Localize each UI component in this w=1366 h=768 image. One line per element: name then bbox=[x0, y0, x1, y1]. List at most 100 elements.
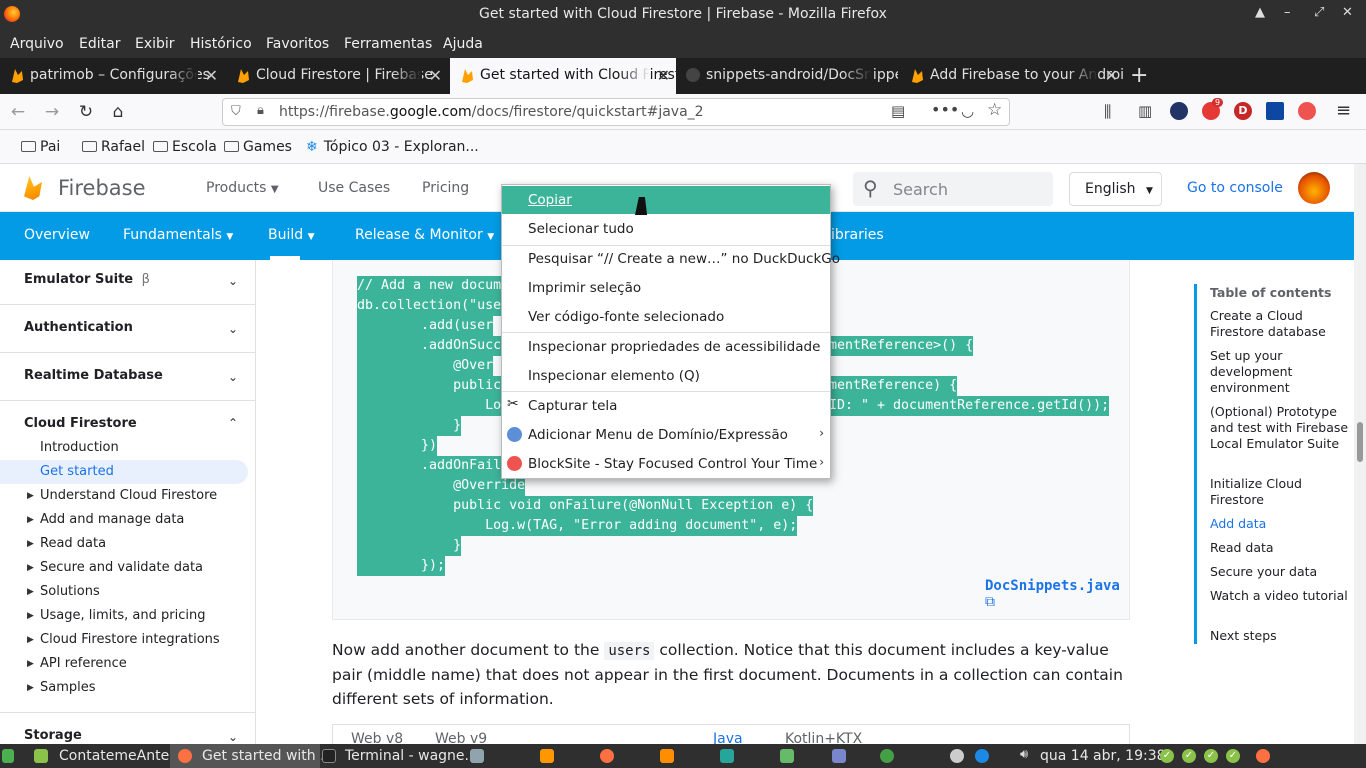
chevron-down-icon[interactable]: ⌄ bbox=[228, 322, 238, 336]
tab-snippets-android[interactable]: snippets-android/DocSnippets bbox=[676, 58, 898, 94]
check-tray-icon[interactable]: ✓ bbox=[1182, 749, 1196, 763]
info-tray-icon[interactable] bbox=[975, 749, 989, 763]
toc-item[interactable]: Initialize Cloud Firestore bbox=[1210, 476, 1350, 508]
nav-item-add-manage[interactable]: Add and manage data bbox=[40, 512, 184, 527]
menu-item-ver-codigo[interactable]: Ver código-fonte selecionado bbox=[502, 303, 830, 331]
expand-triangle-icon[interactable]: ▶ bbox=[27, 683, 34, 693]
back-arrow-icon[interactable]: ← bbox=[6, 100, 30, 124]
new-tab-button[interactable]: + bbox=[1130, 63, 1148, 88]
chevron-up-icon[interactable]: ⌃ bbox=[228, 416, 238, 430]
nav-item-introduction[interactable]: Introduction bbox=[40, 440, 119, 455]
section-cloud-firestore[interactable]: Cloud Firestore bbox=[24, 416, 137, 431]
window-maximize-button[interactable]: ⤢ bbox=[1314, 5, 1324, 20]
menu-item-inspecionar-acessibilidade[interactable]: Inspecionar propriedades de acessibilida… bbox=[502, 333, 830, 361]
menu-item-selecionar-tudo[interactable]: Selecionar tudo bbox=[502, 215, 830, 243]
page-scrollbar[interactable] bbox=[1354, 164, 1366, 744]
url-text[interactable]: https://firebase.google.com/docs/firesto… bbox=[279, 104, 704, 120]
toc-item[interactable]: Read data bbox=[1210, 540, 1350, 556]
docsnippets-link[interactable]: DocSnippets.java ⧉ bbox=[985, 578, 1129, 610]
menu-item-copiar[interactable]: Copiar bbox=[502, 186, 830, 214]
menu-ferramentas[interactable]: Ferramentas bbox=[344, 36, 432, 52]
tab-build[interactable]: Build ▼ bbox=[268, 227, 315, 243]
page-actions-icon[interactable]: ••• bbox=[931, 100, 959, 119]
code-tab-web-v9[interactable]: Web v9 bbox=[435, 731, 487, 744]
nav-item-get-started[interactable]: Get started bbox=[40, 464, 114, 479]
close-tab-icon[interactable]: ✕ bbox=[205, 66, 218, 85]
nav-item-read-data[interactable]: Read data bbox=[40, 536, 106, 551]
extension-chart-icon[interactable] bbox=[1266, 102, 1284, 120]
nav-item-secure[interactable]: Secure and validate data bbox=[40, 560, 203, 575]
tab-get-started[interactable]: Get started with Cloud Firestore ✕ bbox=[450, 58, 676, 94]
menu-item-adicionar-menu[interactable]: Adicionar Menu de Domínio/Expressão › bbox=[502, 421, 830, 449]
section-storage[interactable]: Storage bbox=[24, 728, 82, 743]
nav-item-solutions[interactable]: Solutions bbox=[40, 584, 100, 599]
search-box[interactable]: ⚲ Search bbox=[853, 172, 1053, 206]
bookmark-folder-pai[interactable]: Pai bbox=[21, 139, 60, 155]
lock-icon[interactable]: 🔒︎ bbox=[257, 103, 264, 118]
nav-item-integrations[interactable]: Cloud Firestore integrations bbox=[40, 632, 220, 647]
firebase-logo-icon[interactable] bbox=[24, 176, 42, 200]
shield-tray-icon[interactable] bbox=[950, 749, 964, 763]
menu-item-pesquisar[interactable]: Pesquisar “// Create a new…” no DuckDuck… bbox=[502, 245, 840, 273]
reader-view-icon[interactable]: ▤ bbox=[891, 102, 905, 120]
nav-item-usage[interactable]: Usage, limits, and pricing bbox=[40, 608, 205, 623]
extension-d-icon[interactable]: D bbox=[1234, 102, 1252, 120]
close-tab-icon[interactable]: ✕ bbox=[429, 66, 442, 85]
expand-triangle-icon[interactable]: ▶ bbox=[27, 491, 34, 501]
expand-triangle-icon[interactable]: ▶ bbox=[27, 659, 34, 669]
expand-triangle-icon[interactable]: ▶ bbox=[27, 587, 34, 597]
files-icon[interactable] bbox=[470, 749, 484, 763]
menu-item-capturar-tela[interactable]: ✂ Capturar tela bbox=[502, 392, 830, 420]
clock[interactable]: qua 14 abr, 19:38 bbox=[1040, 748, 1166, 764]
url-bar[interactable]: ⛉ 🔒︎ https://firebase.google.com/docs/fi… bbox=[222, 98, 1010, 126]
menu-exibir[interactable]: Exibir bbox=[135, 36, 175, 52]
expand-triangle-icon[interactable]: ▶ bbox=[27, 563, 34, 573]
menu-editar[interactable]: Editar bbox=[79, 36, 120, 52]
app-launcher-icon[interactable] bbox=[780, 749, 794, 763]
tab-overview[interactable]: Overview bbox=[24, 227, 90, 243]
hamburger-menu-icon[interactable]: ≡ bbox=[1336, 100, 1351, 121]
toc-item[interactable]: Watch a video tutorial bbox=[1210, 588, 1350, 604]
menu-icon[interactable] bbox=[2, 749, 14, 763]
menu-arquivo[interactable]: Arquivo bbox=[10, 36, 64, 52]
toc-item[interactable]: Secure your data bbox=[1210, 564, 1350, 580]
user-avatar[interactable] bbox=[1298, 172, 1330, 204]
firefox-launcher-icon[interactable] bbox=[600, 749, 614, 763]
tab-patrimob[interactable]: patrimob – Configurações ✕ bbox=[0, 58, 224, 94]
section-emulator-suite[interactable]: Emulator Suite β bbox=[24, 272, 150, 287]
toc-item[interactable]: Create a Cloud Firestore database bbox=[1210, 308, 1350, 340]
pocket-icon[interactable]: ◡ bbox=[961, 102, 974, 120]
menu-historico[interactable]: Histórico bbox=[190, 36, 252, 52]
bookmark-folder-games[interactable]: Games bbox=[224, 139, 292, 155]
menu-favoritos[interactable]: Favoritos bbox=[266, 36, 329, 52]
check-tray-icon[interactable]: ✓ bbox=[1226, 749, 1240, 763]
tab-cloud-firestore[interactable]: Cloud Firestore | Firebase ✕ bbox=[226, 58, 448, 94]
app-launcher-icon[interactable] bbox=[880, 749, 894, 763]
chevron-down-icon[interactable]: ⌄ bbox=[228, 370, 238, 384]
firebase-brand[interactable]: Firebase bbox=[58, 176, 146, 200]
shield-icon[interactable]: ⛉ bbox=[231, 104, 241, 119]
bookmark-folder-escola[interactable]: Escola bbox=[153, 139, 217, 155]
library-icon[interactable]: ⫼ bbox=[1104, 102, 1111, 122]
taskbar-item-firefox[interactable]: Get started with ... bbox=[202, 748, 333, 764]
toc-item-active[interactable]: Add data bbox=[1210, 516, 1350, 532]
taskbar-item-contateme[interactable]: ContatemeAnte... bbox=[59, 748, 183, 764]
tab-release-monitor[interactable]: Release & Monitor ▼ bbox=[355, 227, 494, 243]
section-authentication[interactable]: Authentication bbox=[24, 320, 133, 335]
bookmark-folder-rafael[interactable]: Rafael bbox=[82, 139, 145, 155]
nav-item-samples[interactable]: Samples bbox=[40, 680, 96, 695]
reload-icon[interactable]: ↻ bbox=[74, 100, 98, 124]
menu-item-imprimir[interactable]: Imprimir seleção bbox=[502, 274, 830, 302]
forward-arrow-icon[interactable]: → bbox=[40, 100, 64, 124]
code-tab-kotlin[interactable]: Kotlin+KTX bbox=[785, 731, 862, 744]
nav-products[interactable]: Products ▼ bbox=[206, 180, 279, 196]
nav-item-understand[interactable]: Understand Cloud Firestore bbox=[40, 488, 217, 503]
extension-globe-icon[interactable] bbox=[1170, 102, 1188, 120]
menu-item-inspecionar-elemento[interactable]: Inspecionar elemento (Q) bbox=[502, 362, 830, 390]
expand-triangle-icon[interactable]: ▶ bbox=[27, 539, 34, 549]
expand-triangle-icon[interactable]: ▶ bbox=[27, 515, 34, 525]
expand-triangle-icon[interactable]: ▶ bbox=[27, 611, 34, 621]
language-select[interactable]: English ▼ bbox=[1069, 172, 1162, 206]
blocksite-icon[interactable] bbox=[1298, 102, 1316, 120]
close-tab-icon[interactable]: ✕ bbox=[1105, 66, 1118, 85]
